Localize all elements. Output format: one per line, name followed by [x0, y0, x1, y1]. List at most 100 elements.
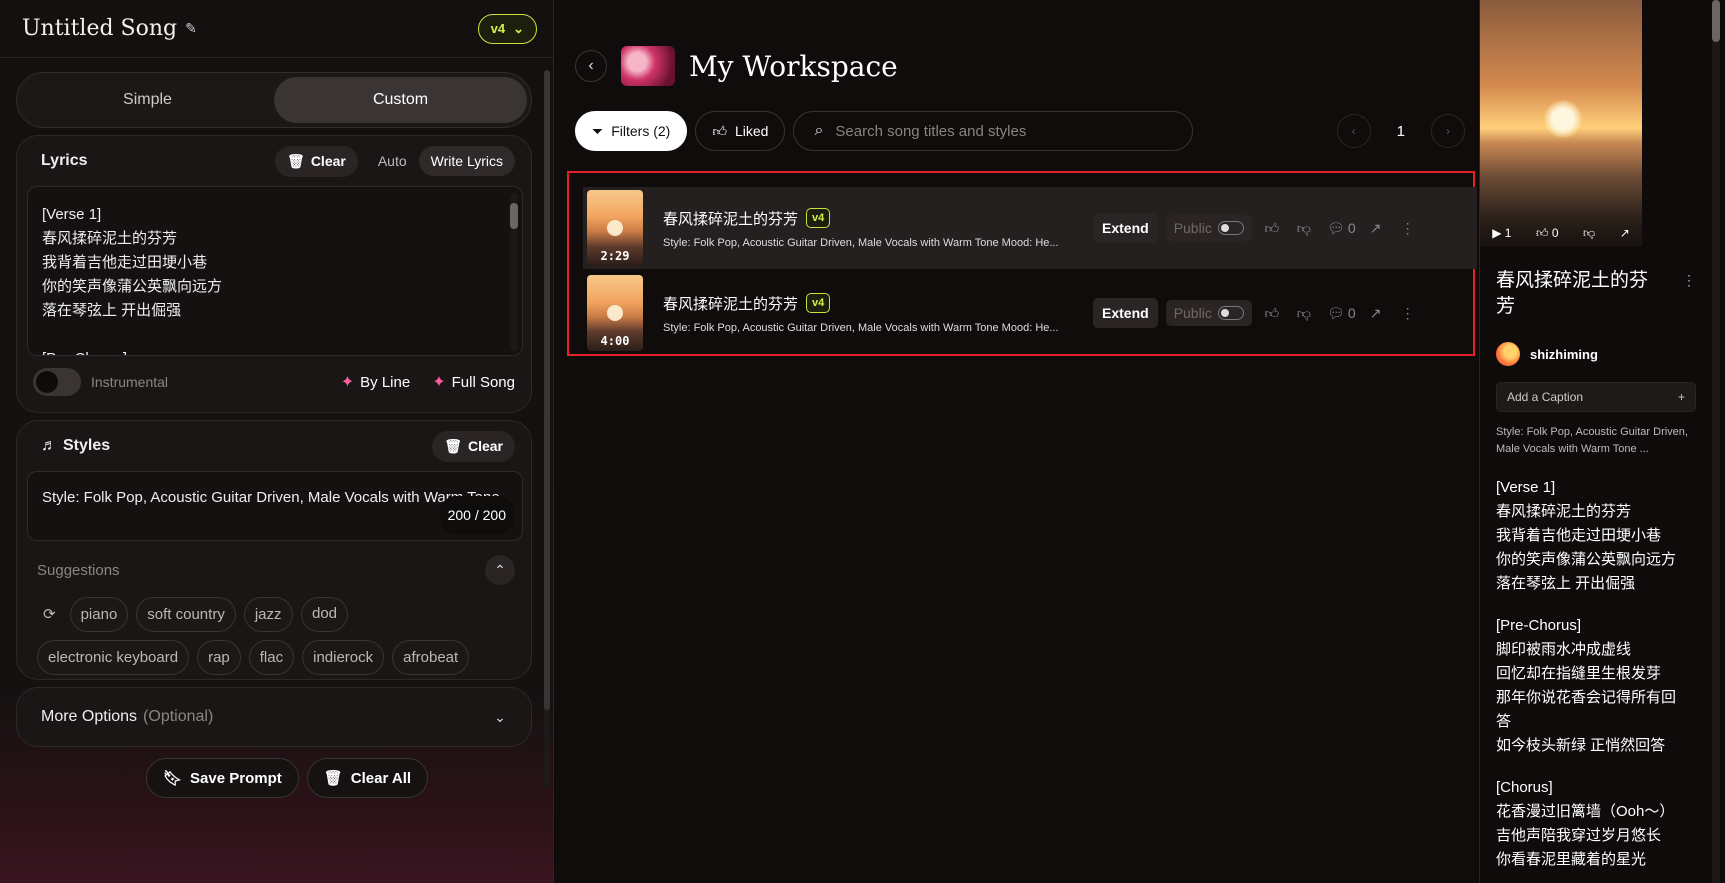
liked-label: Liked	[734, 123, 769, 139]
panel-scrollbar[interactable]	[544, 70, 550, 788]
author-name[interactable]: shizhiming	[1530, 347, 1598, 362]
plus-icon: +	[1677, 390, 1685, 404]
lyric-line: 你的笑声像蒲公英飘向远方	[42, 278, 223, 295]
add-caption-button[interactable]: Add a Caption +	[1496, 382, 1696, 412]
styles-clear-label: Clear	[467, 438, 503, 454]
styles-title: Styles	[63, 437, 111, 454]
more-vertical-icon[interactable]: ⋮	[1682, 272, 1696, 289]
workspace-thumbnail	[621, 46, 675, 86]
music-note-icon: ♬	[41, 437, 57, 454]
save-prompt-label: Save Prompt	[190, 769, 282, 787]
search-input[interactable]: ⌕ Search song titles and styles	[793, 111, 1194, 151]
song-row[interactable]: 4:00 春风揉碎泥土的芬芳 v4 Style: Folk Pop, Acous…	[583, 272, 1477, 354]
refresh-icon[interactable]: ⟳	[37, 597, 62, 632]
public-toggle[interactable]: Public	[1165, 215, 1252, 241]
pagination: ‹ 1 ›	[1336, 114, 1465, 148]
suggestion-chip[interactable]: electronic keyboard	[37, 640, 190, 675]
lyric-line	[42, 323, 508, 347]
instrumental-label: Instrumental	[91, 374, 169, 390]
by-line-button[interactable]: ✦ By Line	[341, 372, 410, 392]
comment-icon[interactable]: 💬︎	[1324, 305, 1348, 322]
tab-custom[interactable]: Custom	[274, 77, 527, 123]
version-select[interactable]: v4 ⌄	[477, 13, 537, 44]
suggestion-chip[interactable]: pop	[300, 597, 348, 632]
thumbs-up-icon[interactable]: 👍︎	[1260, 305, 1284, 322]
lyric-line: [Pre-Chorus]	[42, 347, 508, 355]
save-prompt-button[interactable]: 🔖︎ Save Prompt	[146, 758, 299, 798]
avatar[interactable]	[1496, 342, 1520, 366]
song-cover[interactable]: 2:29	[587, 190, 643, 266]
lyric-line: 吉他声陪我穿过岁月悠长	[1496, 827, 1662, 844]
share-icon[interactable]: ↗	[1364, 220, 1388, 237]
more-options-card[interactable]: More Options (Optional) ⌄	[16, 687, 532, 747]
song-row[interactable]: 2:29 春风揉碎泥土的芬芳 v4 Style: Folk Pop, Acous…	[583, 187, 1477, 269]
toggle-switch-icon	[1217, 221, 1244, 235]
more-options-label: More Options	[41, 708, 138, 725]
full-song-button[interactable]: ✦ Full Song	[432, 372, 515, 392]
lyrics-textarea[interactable]: [Verse 1] 春风揉碎泥土的芬芳 我背着吉他走过田埂小巷 你的笑声像蒲公英…	[27, 186, 523, 356]
next-page-button[interactable]: ›	[1431, 114, 1465, 148]
suggestion-chip[interactable]: afrobeat	[392, 640, 470, 675]
styles-text: Style: Folk Pop, Acoustic Guitar Driven,…	[42, 489, 500, 506]
lyric-line: 春风揉碎泥土的芬芳	[1496, 503, 1632, 520]
clear-all-label: Clear All	[350, 769, 412, 787]
suggestion-chip[interactable]: indierock	[302, 640, 385, 675]
chevron-down-icon[interactable]: ⌄	[485, 702, 515, 732]
thumbs-down-icon[interactable]: 👎︎	[1292, 220, 1316, 237]
lyric-line: 回忆却在指缝里生根发芽	[1496, 665, 1662, 682]
clear-all-button[interactable]: 🗑 Clear All	[306, 758, 429, 798]
play-button[interactable]: ▶ 1	[1492, 226, 1511, 240]
pencil-icon[interactable]: ✎	[185, 21, 197, 37]
thumbs-up-icon: 👍︎	[712, 122, 727, 139]
dislike-icon[interactable]: 👎︎	[1583, 226, 1595, 241]
comment-count: 0	[1347, 305, 1356, 321]
thumbs-up-icon[interactable]: 👍︎	[1260, 220, 1284, 237]
create-panel: Untitled Song ✎ v4 ⌄ Simple Custom Lyric…	[0, 0, 554, 883]
extend-button[interactable]: Extend	[1093, 298, 1158, 328]
detail-song-title: 春风揉碎泥土的芬芳	[1496, 270, 1649, 317]
lyric-line: [Chorus]	[1496, 779, 1553, 796]
toggle-switch-icon	[1217, 306, 1244, 320]
author[interactable]: shizhiming	[1496, 342, 1696, 366]
like-button[interactable]: 👍︎ 0	[1536, 226, 1559, 241]
by-line-label: By Line	[360, 373, 411, 391]
lyrics-write-option[interactable]: Write Lyrics	[418, 146, 515, 176]
song-title[interactable]: Untitled Song ✎	[22, 16, 197, 41]
lyrics-scrollbar[interactable]	[510, 193, 518, 351]
lyric-line: 落在琴弦上 开出倔强	[1496, 575, 1636, 592]
instrumental-toggle[interactable]	[33, 368, 81, 396]
styles-textarea[interactable]: Style: Folk Pop, Acoustic Guitar Driven,…	[27, 471, 523, 541]
suggestion-chip[interactable]: flac	[248, 640, 295, 675]
suggestion-chip[interactable]: piano	[69, 597, 129, 632]
prev-page-button[interactable]: ‹	[1336, 114, 1371, 148]
song-title[interactable]: 春风揉碎泥土的芬芳	[663, 293, 798, 314]
share-icon[interactable]: ↗	[1364, 305, 1388, 322]
song-title[interactable]: 春风揉碎泥土的芬芳	[663, 208, 798, 229]
tab-simple[interactable]: Simple	[21, 77, 274, 123]
thumbs-down-icon[interactable]: 👎︎	[1292, 305, 1316, 322]
liked-button[interactable]: 👍︎ Liked	[695, 111, 786, 151]
version-label: v4	[490, 21, 506, 36]
suggestion-chip[interactable]: rap	[197, 640, 241, 675]
suggestion-chip[interactable]: jazz	[243, 597, 293, 632]
more-vertical-icon[interactable]: ⋮	[1396, 305, 1420, 322]
search-icon: ⌕	[814, 122, 824, 139]
lyrics-clear-button[interactable]: 🗑 Clear	[275, 145, 358, 177]
page-number: 1	[1396, 122, 1405, 140]
comment-count: 0	[1347, 220, 1356, 236]
suggestion-chip[interactable]: soft country	[136, 597, 236, 632]
song-cover[interactable]: 4:00	[587, 275, 643, 351]
extend-button[interactable]: Extend	[1093, 213, 1158, 243]
styles-clear-button[interactable]: 🗑 Clear	[432, 430, 515, 462]
detail-scrollbar[interactable]	[1712, 0, 1720, 883]
trash-icon: 🗑	[287, 152, 305, 169]
more-vertical-icon[interactable]: ⋮	[1396, 220, 1420, 237]
lyrics-auto-option[interactable]: Auto	[366, 146, 419, 176]
filters-button[interactable]: ⏷ Filters (2)	[575, 111, 688, 151]
back-button[interactable]: ‹	[575, 50, 607, 82]
comment-icon[interactable]: 💬︎	[1324, 220, 1348, 237]
public-toggle[interactable]: Public	[1165, 300, 1252, 326]
collapse-suggestions-button[interactable]: ⌃	[485, 555, 515, 585]
song-detail-panel: ▶ 1 👍︎ 0 👎︎ ↗ 春风揉碎泥土的芬芳 ⋮ shizhiming Add…	[1479, 0, 1725, 883]
share-icon[interactable]: ↗	[1620, 226, 1630, 240]
